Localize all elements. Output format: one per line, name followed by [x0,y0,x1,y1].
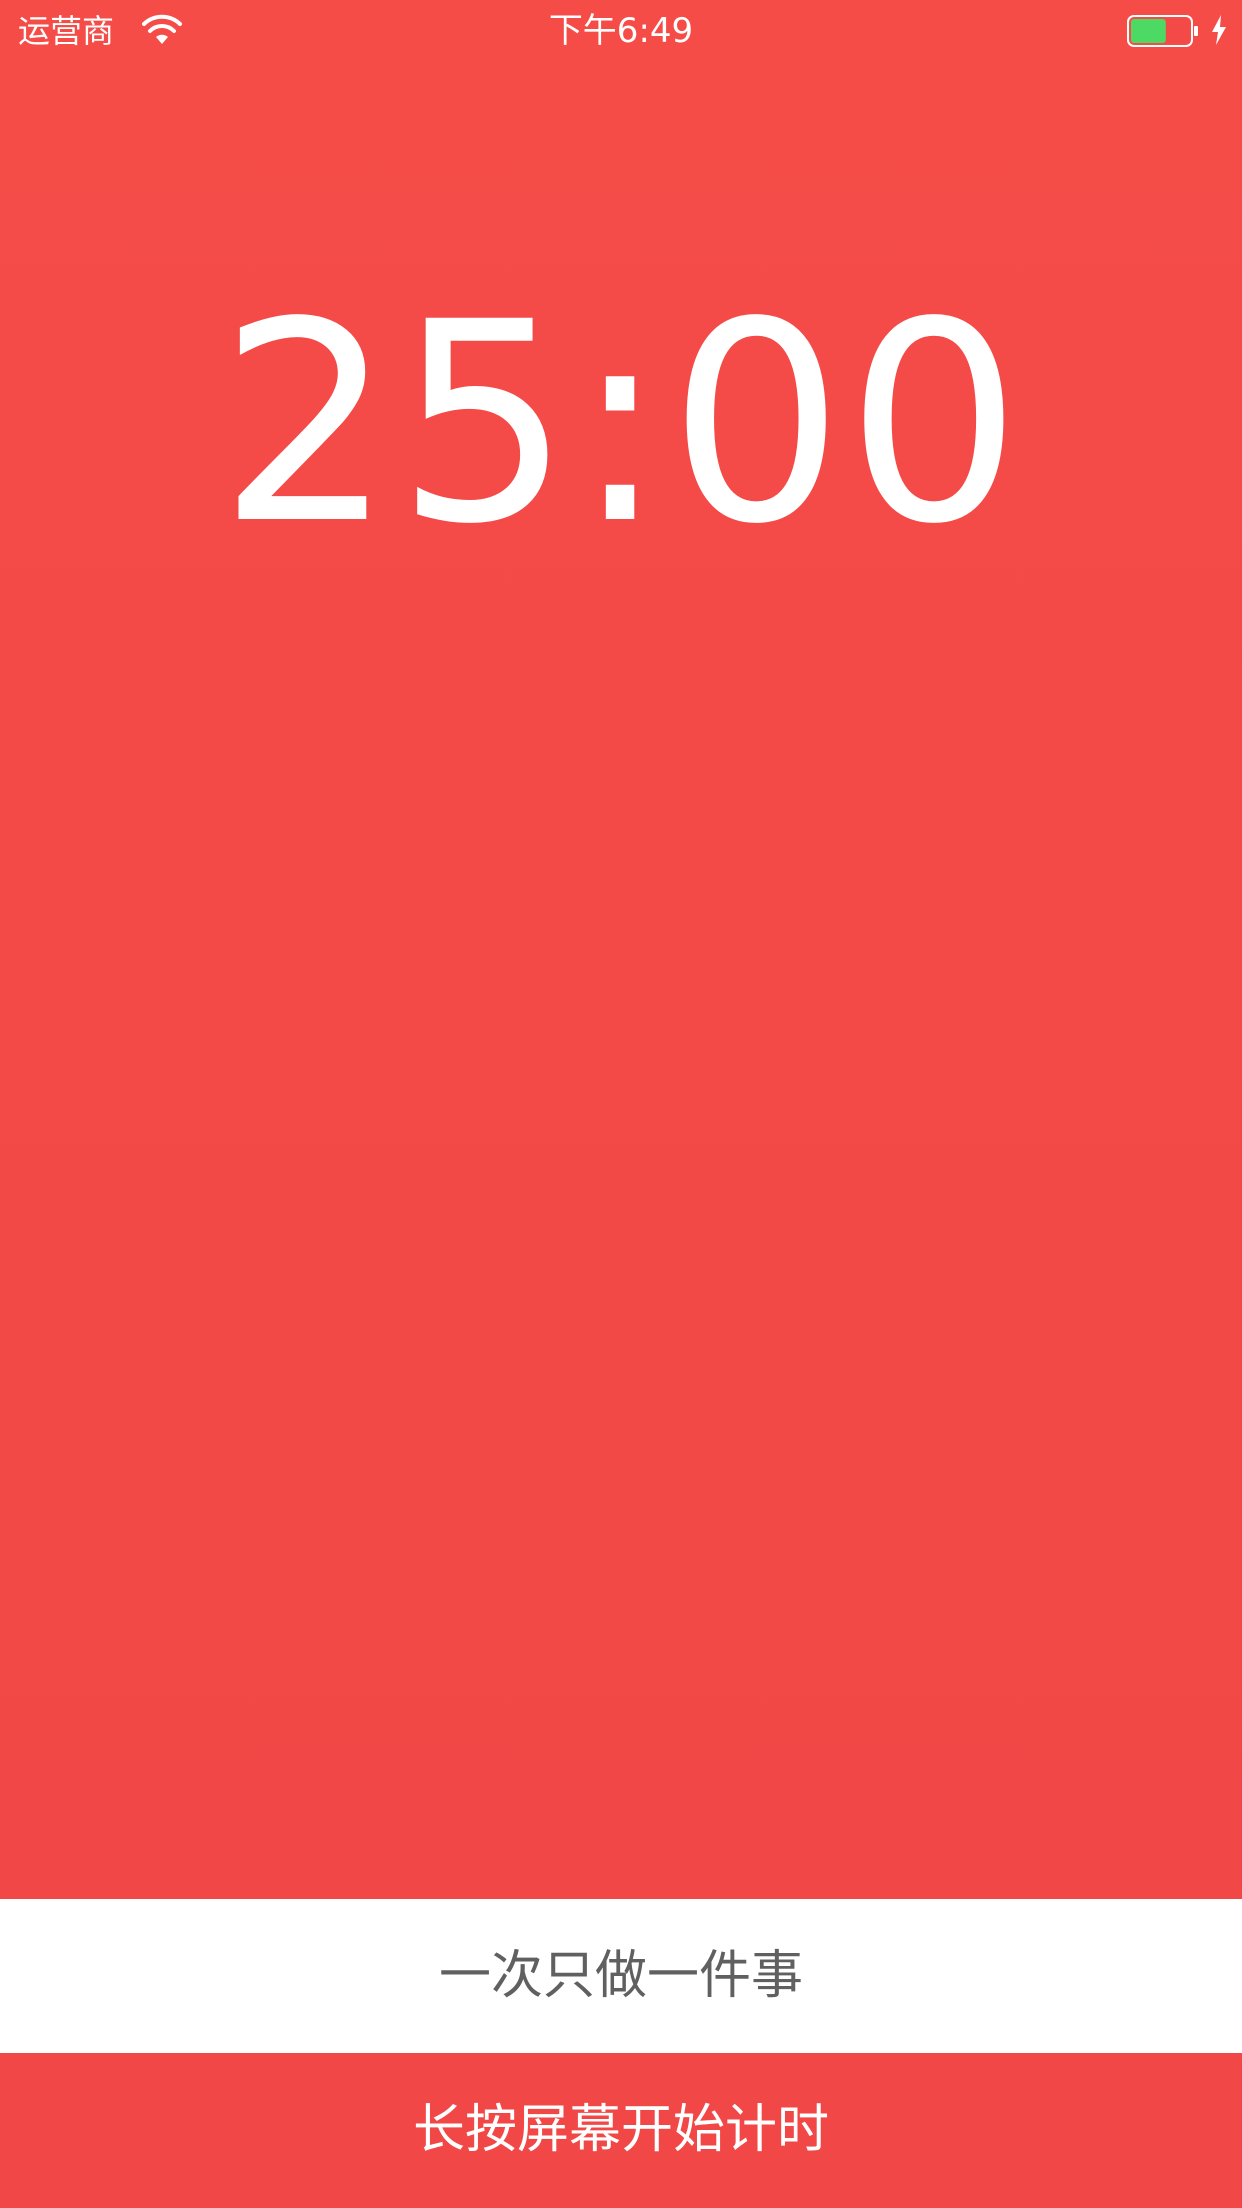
countdown-display: 25:00 [218,264,1024,585]
battery-icon [1127,15,1198,47]
charging-bolt-icon [1212,15,1226,45]
motto-text: 一次只做一件事 [438,1946,803,2006]
motto-band: 一次只做一件事 [0,1899,1242,2053]
long-press-hint: 长按屏幕开始计时 [412,2100,829,2160]
status-time: 下午6:49 [548,11,694,51]
timer-screen[interactable]: 运营商 下午6:49 25:00 一次只做一件事 长按屏幕开始计时 [0,0,1242,2208]
start-timer-area[interactable]: 长按屏幕开始计时 [0,2053,1242,2208]
status-bar: 运营商 下午6:49 [0,0,1242,62]
